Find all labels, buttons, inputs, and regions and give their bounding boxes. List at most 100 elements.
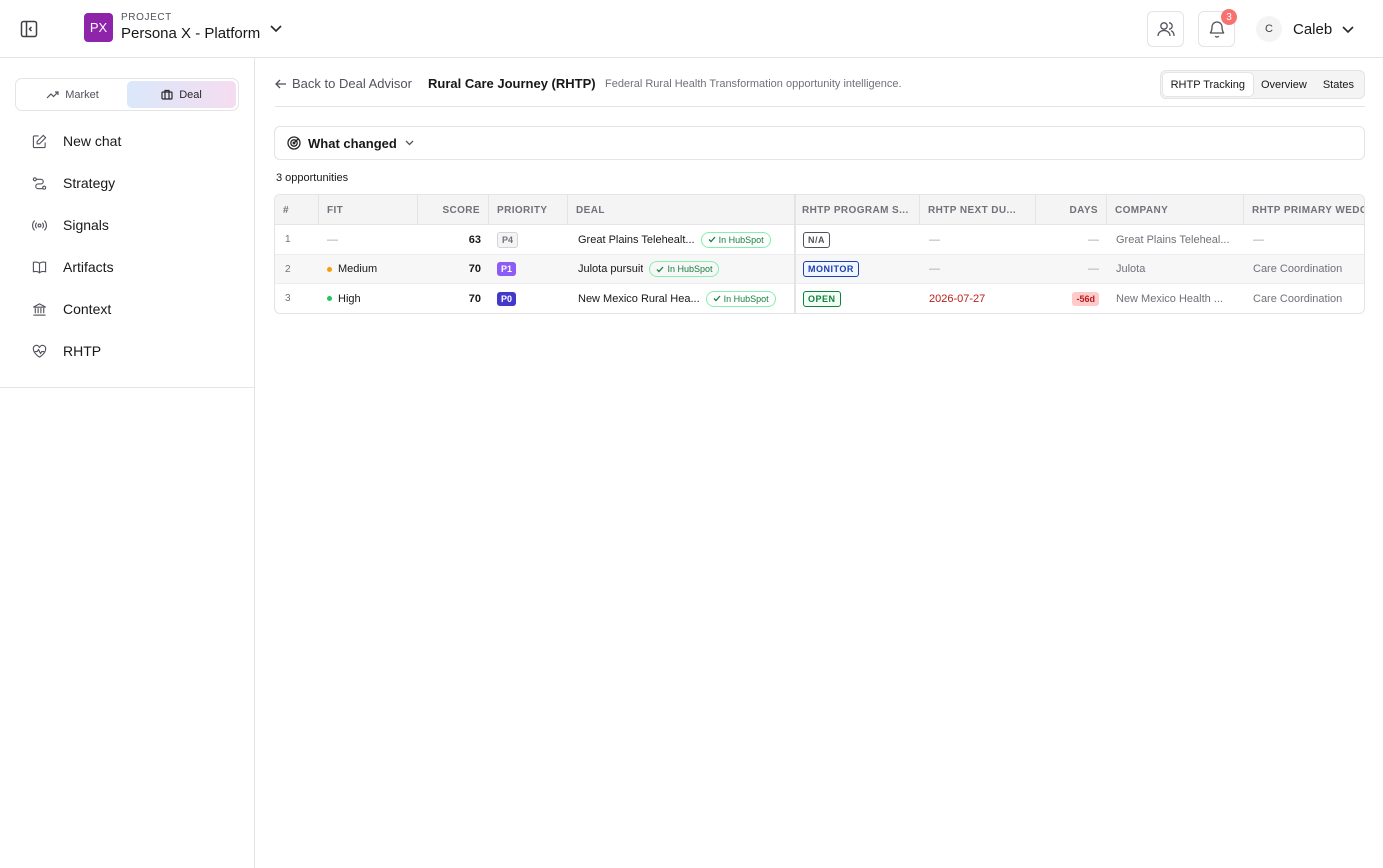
edit-icon [32, 134, 47, 148]
arrow-left-icon [275, 79, 286, 88]
program-status-cell: MONITOR [796, 255, 920, 284]
sidebar-item-signals[interactable]: Signals [0, 204, 254, 246]
frozen-column-divider [794, 195, 796, 313]
column-header-priority[interactable]: PRIORITY [489, 195, 568, 225]
fit-value: — [327, 233, 338, 246]
project-name: Persona X - Platform [121, 25, 261, 42]
check-icon [713, 295, 721, 302]
mode-deal-button[interactable]: Deal [127, 81, 236, 108]
what-changed-toggle[interactable]: What changed [274, 126, 1365, 160]
fit-indicator-dot [327, 266, 332, 272]
project-avatar: PX [84, 12, 113, 42]
user-menu[interactable]: C Caleb [1256, 16, 1354, 42]
sidebar-item-strategy[interactable]: Strategy [0, 162, 254, 204]
hubspot-badge-label: In HubSpot [667, 264, 713, 274]
tab-rhtp-tracking[interactable]: RHTP Tracking [1162, 73, 1253, 96]
deal-name-link[interactable]: Julota pursuit [578, 263, 643, 275]
row-index: 2 [285, 263, 291, 275]
hubspot-badge[interactable]: In HubSpot [705, 290, 776, 307]
column-header-rhtp-program-status[interactable]: RHTP PROGRAM S... [796, 195, 920, 225]
mode-market-button[interactable]: Market [18, 81, 127, 108]
briefcase-icon [161, 89, 173, 100]
sidebar-item-context[interactable]: Context [0, 288, 254, 330]
table-row[interactable]: 2 Medium 70 P1 Julota pursuit In HubSpot… [275, 254, 1364, 284]
status-badge: MONITOR [803, 261, 859, 277]
sidebar-nav: New chat Strategy Signals Artifacts Cont… [0, 120, 254, 372]
mode-deal-label: Deal [179, 88, 202, 101]
column-header-index[interactable]: # [275, 195, 319, 225]
sidebar-item-label: Artifacts [63, 259, 114, 275]
trending-up-icon [46, 90, 59, 98]
sidebar-item-label: Signals [63, 217, 109, 233]
company-value: Great Plains Teleheal... [1116, 233, 1230, 246]
table-row[interactable]: 3 High 70 P0 New Mexico Rural Hea... In … [275, 284, 1364, 313]
days-value: — [1088, 263, 1099, 275]
score-value: 63 [468, 233, 481, 246]
hubspot-badge-label: In HubSpot [718, 234, 764, 245]
priority-badge: P1 [497, 262, 517, 276]
sidebar-item-label: RHTP [63, 343, 102, 359]
project-selector[interactable]: PX PROJECT Persona X - Platform [84, 12, 282, 42]
landmark-icon [33, 302, 46, 316]
deal-cell: Great Plains Telehealt... In HubSpot [568, 225, 794, 254]
priority-cell: P4 [489, 225, 568, 254]
sidebar-divider [0, 387, 254, 388]
priority-badge: P4 [497, 231, 519, 248]
column-header-deal[interactable]: DEAL [568, 195, 795, 225]
tab-overview[interactable]: Overview [1253, 73, 1315, 96]
sidebar-item-new-chat[interactable]: New chat [0, 120, 254, 162]
score-value: 70 [468, 263, 481, 275]
sidebar-item-label: Strategy [63, 175, 116, 191]
column-header-days[interactable]: DAYS [1036, 195, 1107, 225]
hubspot-badge-label: In HubSpot [723, 293, 769, 304]
deal-name-link[interactable]: Great Plains Telehealt... [578, 234, 695, 246]
what-changed-label: What changed [308, 135, 397, 151]
column-header-company[interactable]: COMPANY [1107, 195, 1244, 225]
deal-cell: New Mexico Rural Hea... In HubSpot [568, 284, 794, 313]
wedge-value: Care Coordination [1253, 292, 1343, 305]
deal-cell: Julota pursuit In HubSpot [568, 255, 794, 284]
hubspot-badge[interactable]: In HubSpot [649, 261, 720, 277]
company-value: New Mexico Health ... [1116, 292, 1223, 305]
priority-cell: P0 [489, 284, 568, 313]
tab-states[interactable]: States [1315, 73, 1362, 96]
team-button[interactable] [1147, 11, 1184, 47]
check-icon [656, 266, 664, 272]
fit-value: Medium [338, 263, 378, 275]
mode-market-label: Market [65, 88, 99, 101]
table-row[interactable]: 1 — 63 P4 Great Plains Telehealt... In H… [275, 225, 1364, 255]
status-badge: OPEN [803, 290, 841, 307]
users-icon [1156, 22, 1175, 37]
fit-cell: — [319, 225, 418, 254]
avatar: C [1256, 16, 1282, 42]
chevron-down-icon [270, 25, 282, 33]
notifications-button[interactable]: 3 [1198, 9, 1237, 47]
radar-icon [287, 136, 301, 150]
next-due-value: — [929, 263, 940, 275]
panel-left-icon [20, 20, 38, 38]
sidebar-item-rhtp[interactable]: RHTP [0, 330, 254, 372]
days-cell: — [1036, 255, 1107, 284]
deal-name-link[interactable]: New Mexico Rural Hea... [578, 293, 700, 305]
signal-icon [32, 219, 47, 231]
column-header-rhtp-primary-wedge[interactable]: RHTP PRIMARY WEDGE [1244, 195, 1364, 225]
table-header: # FIT SCORE PRIORITY DEAL RHTP PROGRAM S… [275, 195, 1364, 225]
days-cell: -56d [1036, 284, 1107, 313]
back-link-label: Back to Deal Advisor [292, 76, 412, 91]
wedge-value: — [1253, 233, 1264, 246]
chevron-down-icon [1342, 26, 1354, 34]
back-to-deal-advisor-link[interactable]: Back to Deal Advisor [275, 76, 412, 91]
opportunity-count: 3 opportunities [276, 172, 349, 184]
wedge-value: Care Coordination [1253, 263, 1343, 275]
sidebar-toggle-button[interactable] [18, 18, 40, 40]
column-header-rhtp-next-due[interactable]: RHTP NEXT DU... [920, 195, 1036, 225]
column-header-fit[interactable]: FIT [319, 195, 418, 225]
sidebar-item-artifacts[interactable]: Artifacts [0, 246, 254, 288]
sidebar-item-label: New chat [63, 133, 122, 149]
row-index: 3 [285, 293, 291, 304]
check-icon [708, 236, 716, 243]
hubspot-badge[interactable]: In HubSpot [700, 231, 771, 248]
opportunities-table: # FIT SCORE PRIORITY DEAL RHTP PROGRAM S… [274, 194, 1365, 314]
page-header: Back to Deal Advisor Rural Care Journey … [275, 70, 1365, 107]
column-header-score[interactable]: SCORE [418, 195, 489, 225]
